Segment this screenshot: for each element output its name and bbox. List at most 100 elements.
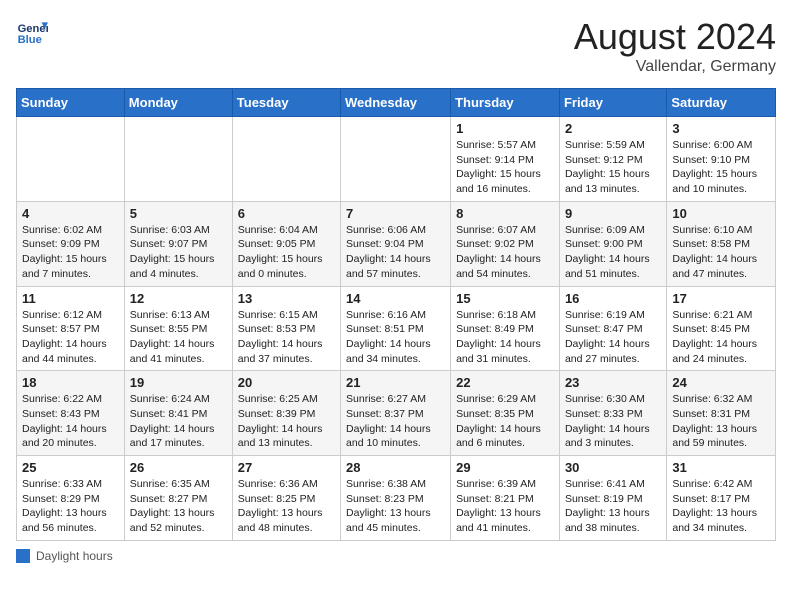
title-block: August 2024 Vallendar, Germany (574, 16, 776, 76)
day-info: Sunrise: 5:59 AM Sunset: 9:12 PM Dayligh… (565, 138, 661, 197)
calendar-cell: 3 Sunrise: 6:00 AM Sunset: 9:10 PM Daylig… (667, 117, 776, 202)
logo: General Blue (16, 16, 48, 48)
day-number: 15 (456, 291, 554, 306)
calendar-cell: 28 Sunrise: 6:38 AM Sunset: 8:23 PM Dayli… (341, 456, 451, 541)
calendar-cell (124, 117, 232, 202)
day-number: 24 (672, 375, 770, 390)
footer-label: Daylight hours (36, 549, 113, 563)
day-info: Sunrise: 6:29 AM Sunset: 8:35 PM Dayligh… (456, 392, 554, 451)
day-info: Sunrise: 6:33 AM Sunset: 8:29 PM Dayligh… (22, 477, 119, 536)
calendar-cell: 20Sunrise: 6:25 AM Sunset: 8:39 PM Dayli… (232, 371, 340, 456)
day-info: Sunrise: 6:10 AM Sunset: 8:58 PM Dayligh… (672, 223, 770, 282)
month-year: August 2024 (574, 16, 776, 58)
day-info: Sunrise: 6:07 AM Sunset: 9:02 PM Dayligh… (456, 223, 554, 282)
day-number: 13 (238, 291, 335, 306)
calendar-cell: 12Sunrise: 6:13 AM Sunset: 8:55 PM Dayli… (124, 286, 232, 371)
day-info: Sunrise: 6:02 AM Sunset: 9:09 PM Dayligh… (22, 223, 119, 282)
calendar-cell: 29 Sunrise: 6:39 AM Sunset: 8:21 PM Dayli… (451, 456, 560, 541)
day-info: Sunrise: 6:09 AM Sunset: 9:00 PM Dayligh… (565, 223, 661, 282)
calendar-cell: 27Sunrise: 6:36 AM Sunset: 8:25 PM Dayli… (232, 456, 340, 541)
day-info: Sunrise: 6:42 AM Sunset: 8:17 PM Dayligh… (672, 477, 770, 536)
logo-icon: General Blue (16, 16, 48, 48)
day-number: 2 (565, 121, 661, 136)
day-info: Sunrise: 6:41 AM Sunset: 8:19 PM Dayligh… (565, 477, 661, 536)
calendar-cell: 13 Sunrise: 6:15 AM Sunset: 8:53 PM Dayli… (232, 286, 340, 371)
calendar-cell: 10 Sunrise: 6:10 AM Sunset: 8:58 PM Dayli… (667, 201, 776, 286)
day-number: 8 (456, 206, 554, 221)
day-info: Sunrise: 6:15 AM Sunset: 8:53 PM Dayligh… (238, 308, 335, 367)
calendar-cell: 26 Sunrise: 6:35 AM Sunset: 8:27 PM Dayli… (124, 456, 232, 541)
daylight-indicator (16, 549, 30, 563)
calendar-day-header: Thursday (451, 89, 560, 117)
page-header: General Blue August 2024 Vallendar, Germ… (16, 16, 776, 76)
day-info: Sunrise: 6:21 AM Sunset: 8:45 PM Dayligh… (672, 308, 770, 367)
calendar-day-header: Wednesday (341, 89, 451, 117)
day-info: Sunrise: 6:32 AM Sunset: 8:31 PM Dayligh… (672, 392, 770, 451)
calendar-cell (17, 117, 125, 202)
calendar-table: SundayMondayTuesdayWednesdayThursdayFrid… (16, 88, 776, 541)
day-number: 9 (565, 206, 661, 221)
calendar-cell: 17 Sunrise: 6:21 AM Sunset: 8:45 PM Dayli… (667, 286, 776, 371)
day-number: 12 (130, 291, 227, 306)
calendar-day-header: Friday (559, 89, 666, 117)
day-info: Sunrise: 6:00 AM Sunset: 9:10 PM Dayligh… (672, 138, 770, 197)
day-number: 4 (22, 206, 119, 221)
day-info: Sunrise: 6:18 AM Sunset: 8:49 PM Dayligh… (456, 308, 554, 367)
calendar-cell: 1 Sunrise: 5:57 AM Sunset: 9:14 PM Daylig… (451, 117, 560, 202)
calendar-cell: 31 Sunrise: 6:42 AM Sunset: 8:17 PM Dayli… (667, 456, 776, 541)
calendar-week-row: 1 Sunrise: 5:57 AM Sunset: 9:14 PM Daylig… (17, 117, 776, 202)
day-number: 11 (22, 291, 119, 306)
day-number: 27 (238, 460, 335, 475)
calendar-day-header: Monday (124, 89, 232, 117)
day-info: Sunrise: 6:38 AM Sunset: 8:23 PM Dayligh… (346, 477, 445, 536)
calendar-week-row: 4 Sunrise: 6:02 AM Sunset: 9:09 PM Daylig… (17, 201, 776, 286)
day-number: 14 (346, 291, 445, 306)
day-number: 1 (456, 121, 554, 136)
day-info: Sunrise: 6:04 AM Sunset: 9:05 PM Dayligh… (238, 223, 335, 282)
day-info: Sunrise: 6:25 AM Sunset: 8:39 PM Dayligh… (238, 392, 335, 451)
day-number: 29 (456, 460, 554, 475)
calendar-cell: 14Sunrise: 6:16 AM Sunset: 8:51 PM Dayli… (341, 286, 451, 371)
calendar-week-row: 18Sunrise: 6:22 AM Sunset: 8:43 PM Dayli… (17, 371, 776, 456)
calendar-week-row: 25 Sunrise: 6:33 AM Sunset: 8:29 PM Dayli… (17, 456, 776, 541)
calendar-cell: 7Sunrise: 6:06 AM Sunset: 9:04 PM Daylig… (341, 201, 451, 286)
day-number: 22 (456, 375, 554, 390)
day-number: 26 (130, 460, 227, 475)
day-info: Sunrise: 6:03 AM Sunset: 9:07 PM Dayligh… (130, 223, 227, 282)
svg-text:Blue: Blue (18, 34, 42, 46)
calendar-cell: 24 Sunrise: 6:32 AM Sunset: 8:31 PM Dayli… (667, 371, 776, 456)
day-info: Sunrise: 6:06 AM Sunset: 9:04 PM Dayligh… (346, 223, 445, 282)
day-number: 10 (672, 206, 770, 221)
day-info: Sunrise: 6:35 AM Sunset: 8:27 PM Dayligh… (130, 477, 227, 536)
calendar-cell: 25 Sunrise: 6:33 AM Sunset: 8:29 PM Dayli… (17, 456, 125, 541)
calendar-day-header: Saturday (667, 89, 776, 117)
day-info: Sunrise: 6:39 AM Sunset: 8:21 PM Dayligh… (456, 477, 554, 536)
calendar-day-header: Tuesday (232, 89, 340, 117)
day-info: Sunrise: 6:12 AM Sunset: 8:57 PM Dayligh… (22, 308, 119, 367)
day-number: 5 (130, 206, 227, 221)
day-number: 25 (22, 460, 119, 475)
day-number: 19 (130, 375, 227, 390)
day-number: 3 (672, 121, 770, 136)
day-info: Sunrise: 6:27 AM Sunset: 8:37 PM Dayligh… (346, 392, 445, 451)
calendar-cell: 5 Sunrise: 6:03 AM Sunset: 9:07 PM Daylig… (124, 201, 232, 286)
calendar-cell: 11 Sunrise: 6:12 AM Sunset: 8:57 PM Dayli… (17, 286, 125, 371)
day-number: 6 (238, 206, 335, 221)
day-number: 18 (22, 375, 119, 390)
calendar-cell: 16Sunrise: 6:19 AM Sunset: 8:47 PM Dayli… (559, 286, 666, 371)
day-number: 28 (346, 460, 445, 475)
day-info: Sunrise: 5:57 AM Sunset: 9:14 PM Dayligh… (456, 138, 554, 197)
day-number: 17 (672, 291, 770, 306)
day-number: 21 (346, 375, 445, 390)
calendar-cell: 19 Sunrise: 6:24 AM Sunset: 8:41 PM Dayli… (124, 371, 232, 456)
calendar-cell: 9 Sunrise: 6:09 AM Sunset: 9:00 PM Daylig… (559, 201, 666, 286)
location: Vallendar, Germany (574, 58, 776, 76)
calendar-cell: 18Sunrise: 6:22 AM Sunset: 8:43 PM Dayli… (17, 371, 125, 456)
day-info: Sunrise: 6:24 AM Sunset: 8:41 PM Dayligh… (130, 392, 227, 451)
day-number: 23 (565, 375, 661, 390)
calendar-cell: 6 Sunrise: 6:04 AM Sunset: 9:05 PM Daylig… (232, 201, 340, 286)
day-number: 31 (672, 460, 770, 475)
calendar-cell: 8 Sunrise: 6:07 AM Sunset: 9:02 PM Daylig… (451, 201, 560, 286)
footer: Daylight hours (16, 549, 776, 563)
calendar-cell (232, 117, 340, 202)
